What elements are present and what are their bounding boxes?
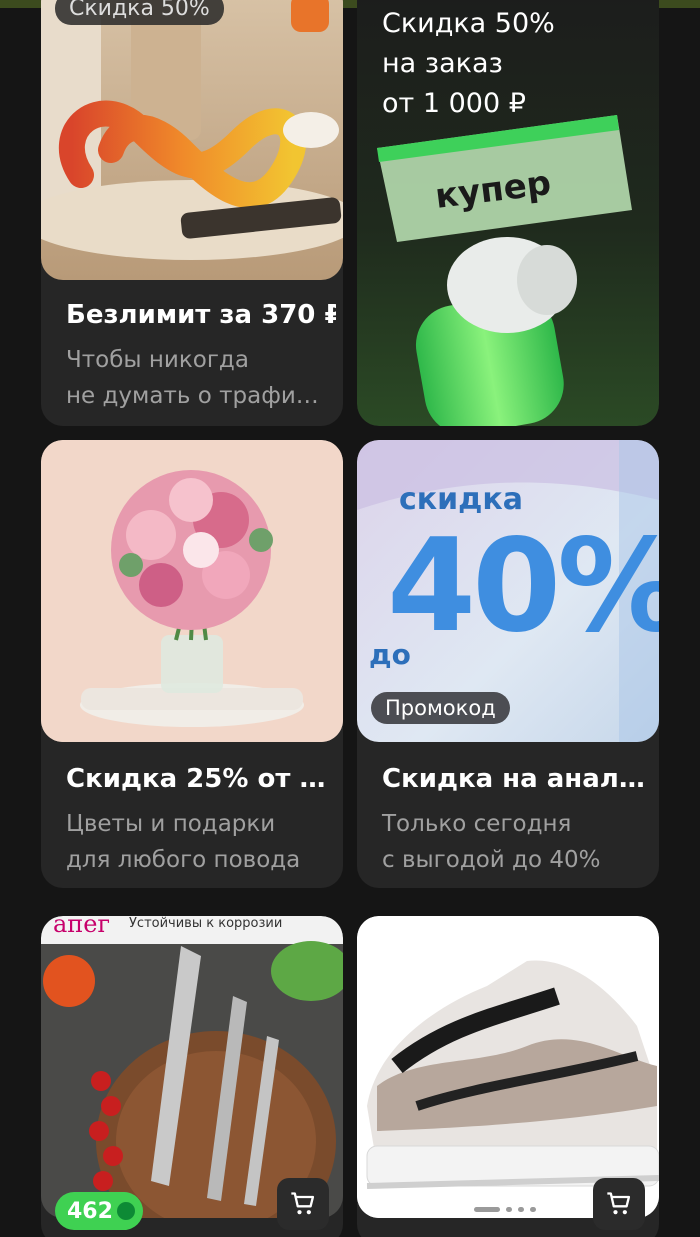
promocode-pill: Промокод bbox=[371, 692, 510, 724]
add-to-cart-button[interactable] bbox=[593, 1178, 645, 1230]
price-badge: 462 bbox=[55, 1192, 143, 1230]
carousel-dot-active bbox=[474, 1206, 500, 1212]
orange-app-icon bbox=[291, 0, 329, 32]
kuper-offer-line-3: от 1 000 ₽ bbox=[382, 88, 526, 119]
card-unlimited[interactable]: Скидка 50% Безлимит за 370 ₽ Чтобы никог… bbox=[41, 0, 343, 426]
card-unlimited-badge: Скидка 50% bbox=[55, 0, 224, 25]
card-analysis-subtitle-2: с выгодой до 40% bbox=[382, 847, 601, 873]
card-unlimited-image bbox=[41, 0, 343, 280]
carousel-dot bbox=[518, 1206, 524, 1212]
card-unlimited-subtitle-2: не думать о трафи… bbox=[66, 383, 319, 409]
kuper-offer-line-2: на заказ bbox=[382, 48, 503, 79]
analysis-banner-do: до bbox=[369, 638, 411, 671]
analysis-banner-big-number: 40% bbox=[387, 512, 659, 661]
kuper-offer-line-1: Скидка 50% bbox=[382, 8, 555, 39]
carousel-dot bbox=[506, 1206, 512, 1212]
knives-brand-fragment: апег bbox=[53, 916, 111, 938]
card-analysis[interactable]: скидка 40% до Промокод Скидка на анал… Т… bbox=[357, 440, 659, 888]
card-unlimited-title: Безлимит за 370 ₽ bbox=[66, 300, 336, 330]
knives-tagline: Устойчивы к коррозии bbox=[129, 916, 283, 931]
card-kuper[interactable]: Скидка 50% на заказ от 1 000 ₽ купер bbox=[357, 0, 659, 426]
card-flowers-subtitle-1: Цветы и подарки bbox=[66, 811, 276, 837]
cart-icon bbox=[291, 1192, 315, 1215]
card-analysis-subtitle-1: Только сегодня bbox=[382, 811, 572, 837]
card-flowers-subtitle-2: для любого повода bbox=[66, 847, 301, 873]
card-sneakers[interactable] bbox=[357, 916, 659, 1237]
cart-icon bbox=[607, 1192, 631, 1215]
add-to-cart-button[interactable] bbox=[277, 1178, 329, 1230]
carousel-dots bbox=[474, 1206, 544, 1212]
card-flowers-title: Скидка 25% от … bbox=[66, 764, 326, 794]
coin-icon bbox=[116, 1202, 135, 1220]
card-flowers[interactable]: Скидка 25% от … Цветы и подарки для любо… bbox=[41, 440, 343, 888]
card-sneakers-image bbox=[357, 916, 659, 1218]
price-value: 462 bbox=[67, 1198, 113, 1224]
card-knives[interactable]: апег Устойчивы к коррозии 462 bbox=[41, 916, 343, 1237]
carousel-dot bbox=[530, 1206, 536, 1212]
card-knives-image bbox=[41, 916, 343, 1218]
card-unlimited-subtitle-1: Чтобы никогда bbox=[66, 347, 249, 373]
card-flowers-image bbox=[41, 440, 343, 742]
card-analysis-title: Скидка на анал… bbox=[382, 764, 645, 794]
